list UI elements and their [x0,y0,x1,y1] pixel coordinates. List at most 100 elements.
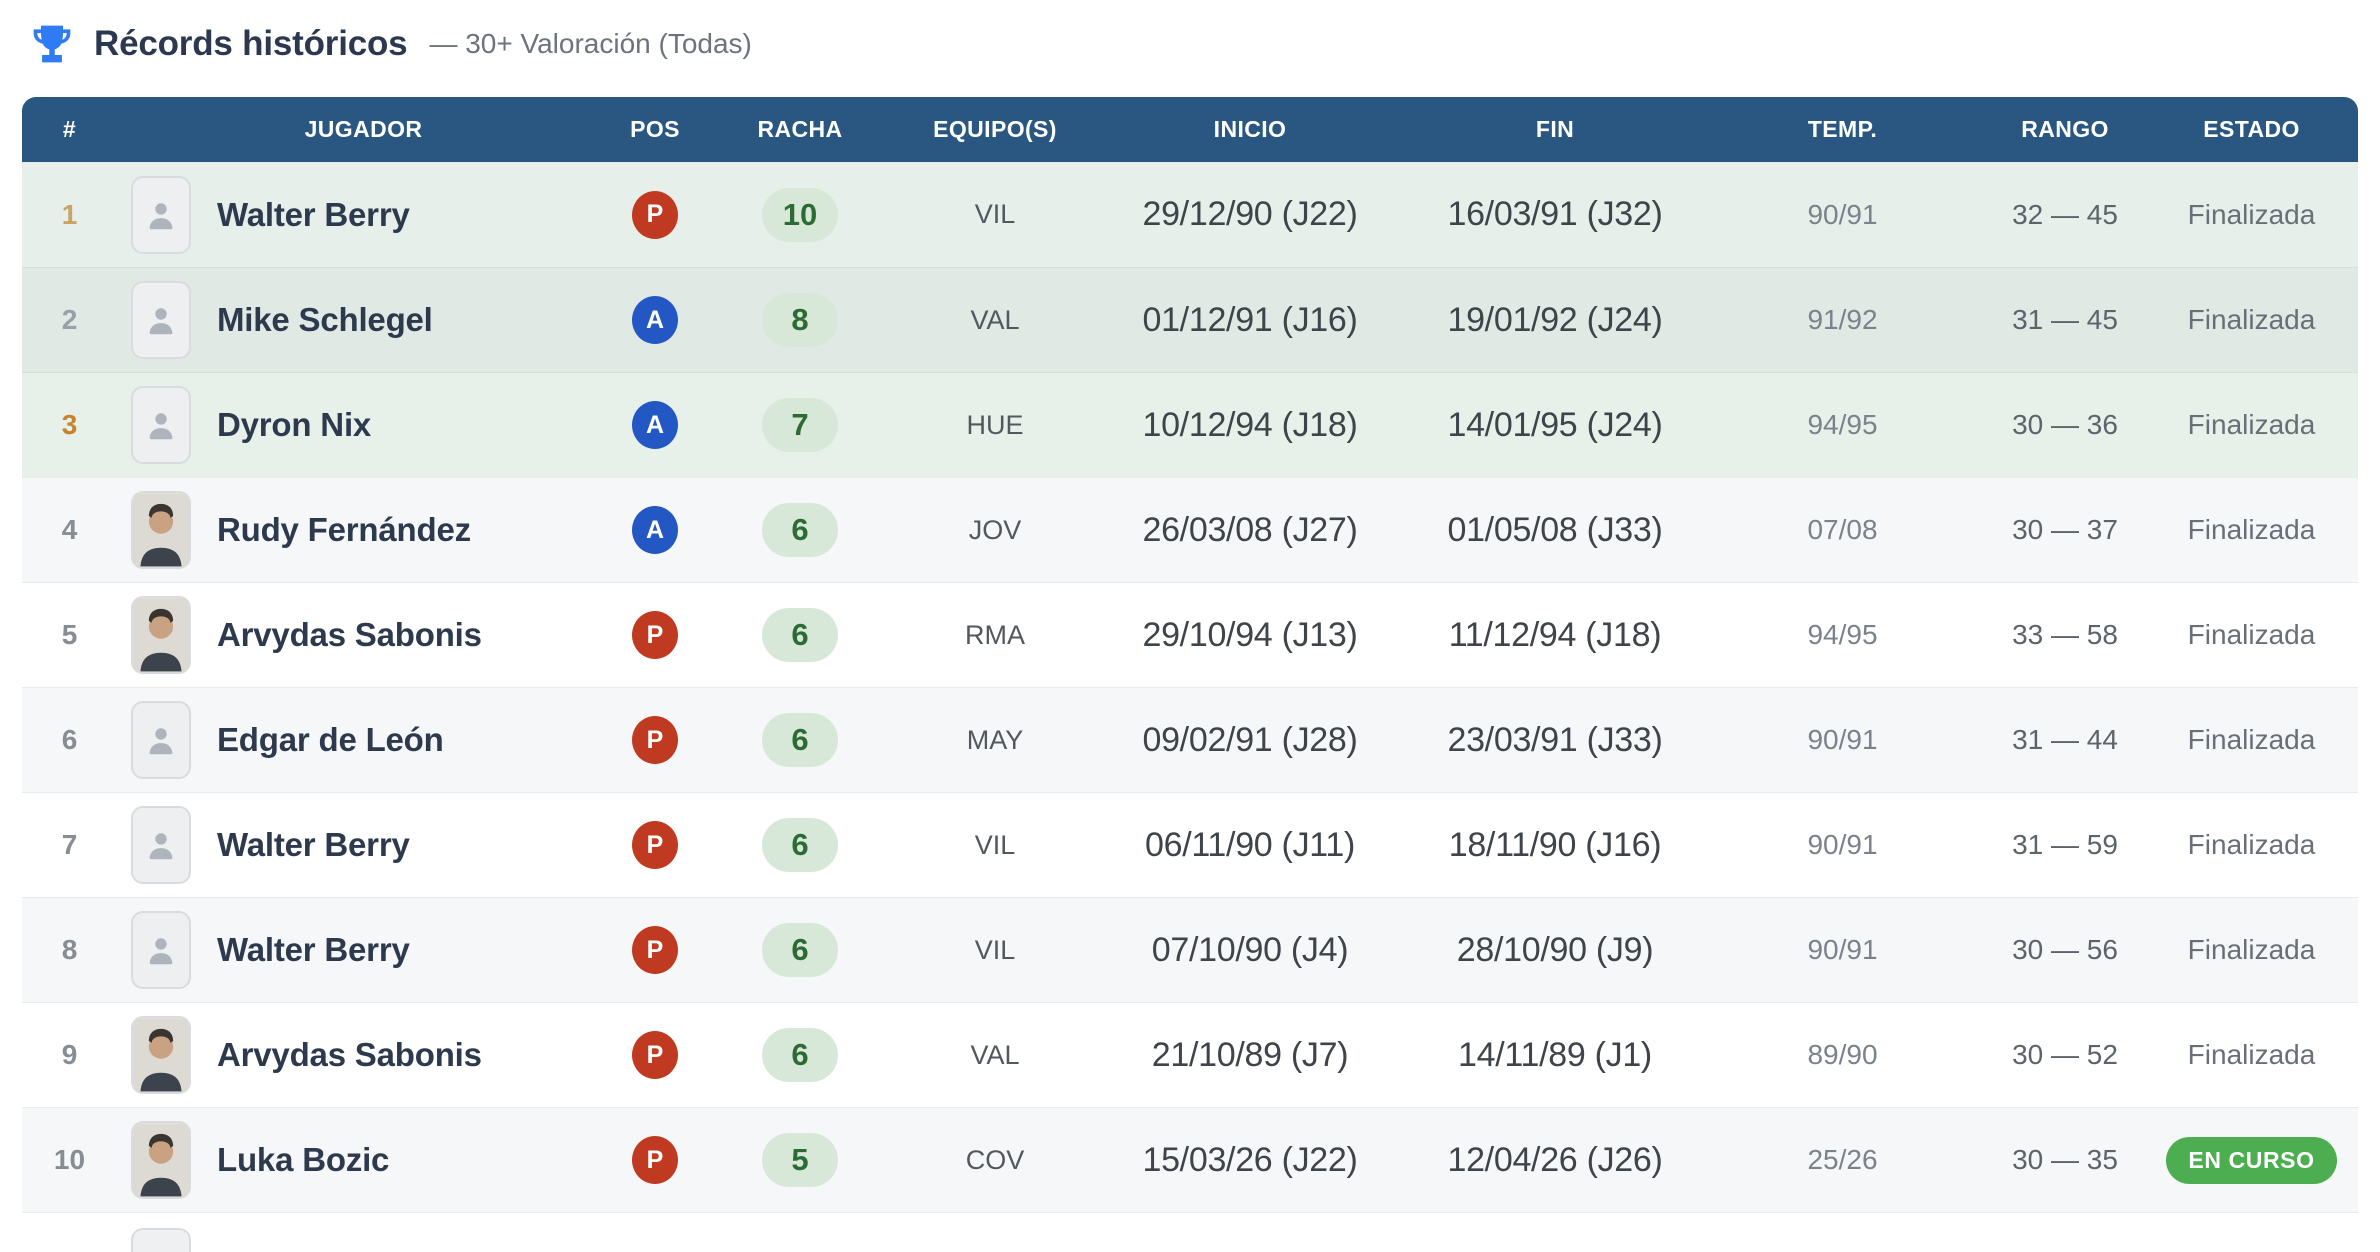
status-badge: Finalizada [2188,829,2316,861]
player-cell: Arvydas Sabonis [117,596,610,674]
team-code: VIL [900,935,1090,966]
table-row[interactable]: 3 Dyron Nix A 7 HUE 10/1 [22,372,2358,477]
player-photo [133,596,189,674]
team-code: COV [900,1145,1090,1176]
player-avatar [131,1016,191,1094]
position-badge: P [632,926,678,974]
racha-cell: 7 [700,398,900,452]
end-date: 01/05/08 (J33) [1410,511,1700,550]
status-badge: Finalizada [2188,199,2316,231]
estado-cell: Finalizada [2145,619,2358,651]
estado-cell: Finalizada [2145,409,2358,441]
table-row[interactable]: 7 Walter Berry P 6 VIL 0 [22,792,2358,897]
pos-cell: A [610,401,700,449]
table-row[interactable]: 8 Walter Berry P 6 VIL 0 [22,897,2358,1002]
end-date: 23/03/91 (J33) [1410,721,1700,760]
position-badge: P [632,191,678,239]
pos-cell: P [610,1031,700,1079]
season: 90/91 [1700,934,1985,966]
start-date: 07/10/90 (J4) [1090,931,1410,970]
racha-cell: 6 [700,923,900,977]
rank-number: 7 [22,829,117,861]
page-title: Récords históricos [94,24,407,64]
start-date: 26/03/08 (J27) [1090,511,1410,550]
table-row[interactable]: 5 Arvydas Sabonis P 6 RMA [22,582,2358,687]
person-icon [142,721,180,759]
streak-badge: 6 [762,923,838,977]
table-row[interactable]: 6 Edgar de León P 6 MAY [22,687,2358,792]
end-date: 14/11/89 (J1) [1410,1036,1700,1075]
player-cell: Walter Berry [117,806,610,884]
player-name: Dyron Nix [217,406,371,444]
status-badge: Finalizada [2188,514,2316,546]
player-photo [133,1121,189,1199]
table-row[interactable]: 10 Luka Bozic P 5 COV 15 [22,1107,2358,1212]
col-header-estado: ESTADO [2145,116,2358,143]
streak-badge: 10 [762,188,838,242]
rank-number: 8 [22,934,117,966]
player-avatar [131,491,191,569]
start-date: 29/12/90 (J22) [1090,195,1410,234]
person-icon [142,931,180,969]
range: 30 — 37 [1985,514,2145,546]
streak-badge: 6 [762,818,838,872]
player-cell: Luka Bozic [117,1121,610,1199]
person-icon [142,406,180,444]
table-row[interactable]: 2 Mike Schlegel A 8 VAL [22,267,2358,372]
end-date: 16/03/91 (J32) [1410,195,1700,234]
status-badge: Finalizada [2188,619,2316,651]
pos-cell: A [610,296,700,344]
rank-number: 2 [22,304,117,336]
position-badge: P [632,1136,678,1184]
player-avatar [131,1228,191,1252]
start-date: 10/12/94 (J18) [1090,406,1410,445]
start-date: 06/11/90 (J11) [1090,826,1410,865]
status-badge: Finalizada [2188,934,2316,966]
estado-cell: Finalizada [2145,304,2358,336]
rank-number: 1 [22,199,117,231]
start-date: 21/10/89 (J7) [1090,1036,1410,1075]
player-name: Walter Berry [217,196,410,234]
position-badge: P [632,821,678,869]
streak-badge: 6 [762,1028,838,1082]
player-avatar [131,596,191,674]
position-badge: A [632,506,678,554]
end-date: 19/01/92 (J24) [1410,301,1700,340]
col-header-inicio: INICIO [1090,116,1410,143]
season: 90/91 [1700,829,1985,861]
rank-number: 4 [22,514,117,546]
status-badge: Finalizada [2188,304,2316,336]
team-code: VIL [900,830,1090,861]
season: 07/08 [1700,514,1985,546]
season: 94/95 [1700,619,1985,651]
position-badge: P [632,1031,678,1079]
rank-number: 6 [22,724,117,756]
position-badge: P [632,716,678,764]
range: 30 — 35 [1985,1144,2145,1176]
table-row[interactable]: 9 Arvydas Sabonis P 6 VAL [22,1002,2358,1107]
team-code: VIL [900,199,1090,230]
position-badge: A [632,296,678,344]
end-date: 18/11/90 (J16) [1410,826,1700,865]
table-row[interactable]: 1 Walter Berry P 10 VIL [22,162,2358,267]
player-avatar [131,386,191,464]
col-header-rank: # [22,116,117,143]
racha-cell: 10 [700,188,900,242]
pos-cell: P [610,821,700,869]
player-cell: Dyron Nix [117,386,610,464]
pos-cell: A [610,506,700,554]
page-header: Récords históricos — 30+ Valoración (Tod… [30,22,752,66]
player-name: Arvydas Sabonis [217,1036,482,1074]
person-icon [142,826,180,864]
player-photo [133,491,189,569]
person-icon [142,196,180,234]
status-badge: Finalizada [2188,1039,2316,1071]
player-cell: Walter Berry [117,176,610,254]
player-name: Arvydas Sabonis [217,616,482,654]
racha-cell: 8 [700,293,900,347]
col-header-fin: FIN [1410,116,1700,143]
table-row[interactable]: 4 Rudy Fernández A 6 JOV [22,477,2358,582]
start-date: 15/03/26 (J22) [1090,1141,1410,1180]
player-avatar [131,176,191,254]
pos-cell: P [610,716,700,764]
